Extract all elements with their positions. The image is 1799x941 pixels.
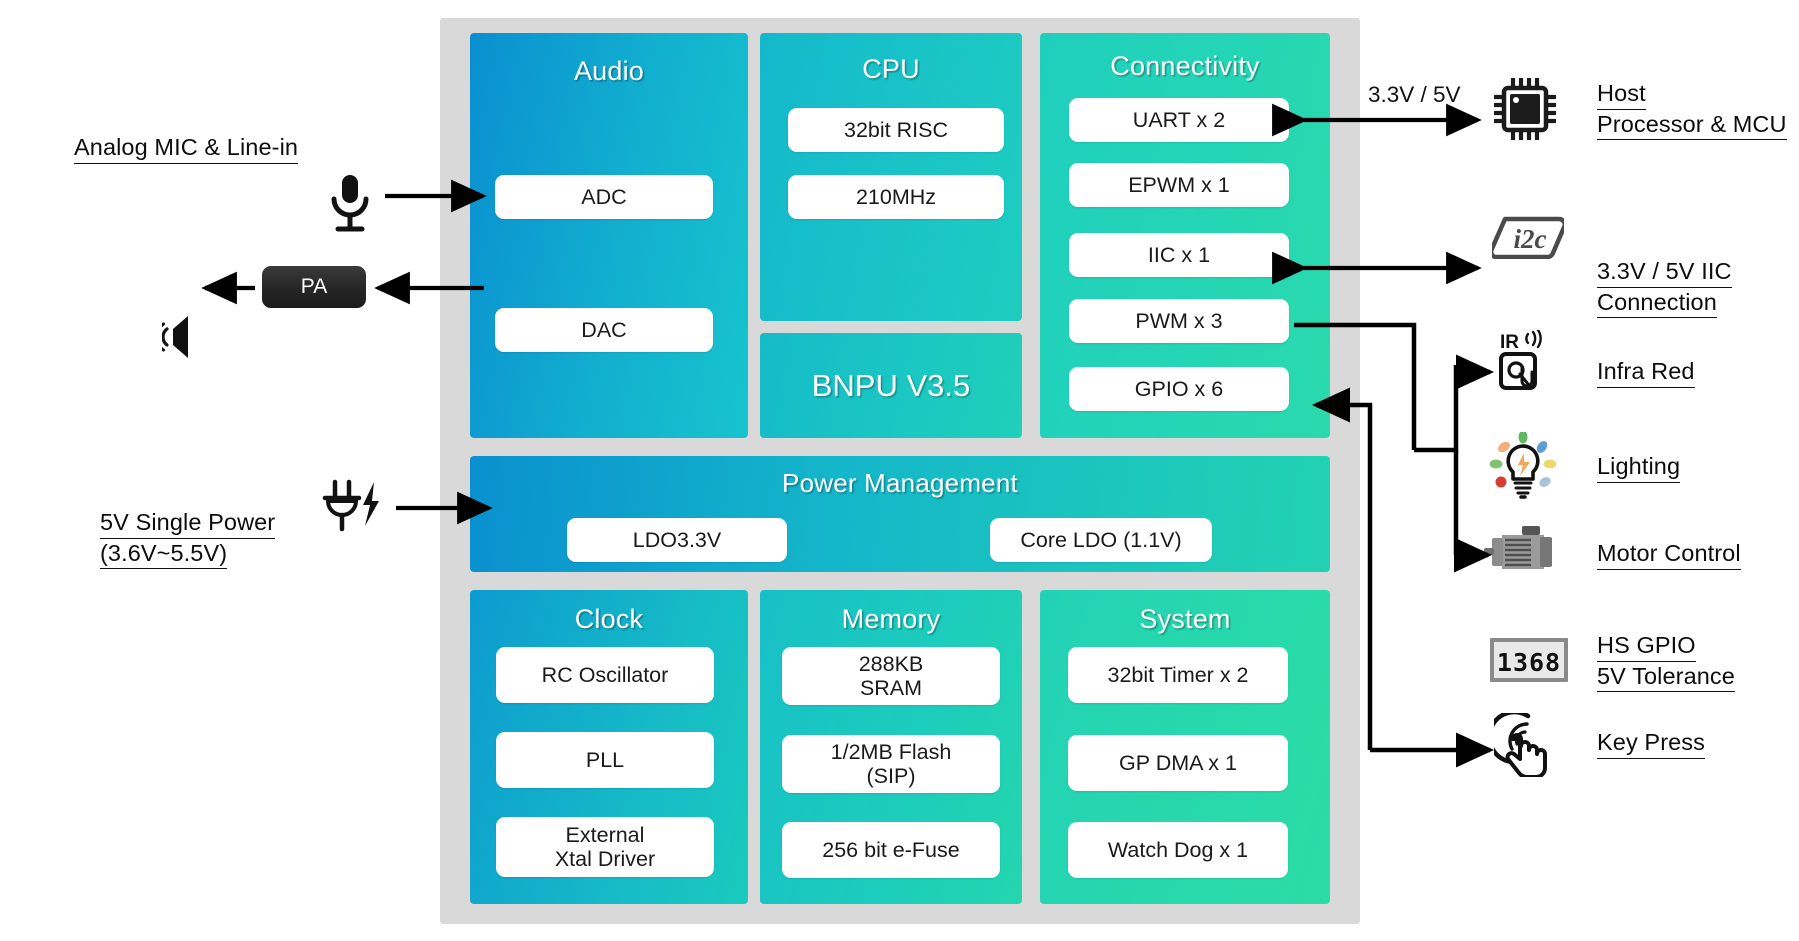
seven-segment-icon: 1368: [1489, 637, 1569, 687]
annotation-power-in-line1: 5V Single Power: [100, 508, 276, 539]
conn-item-iic[interactable]: IIC x 1: [1069, 233, 1289, 277]
memory-item-sram[interactable]: 288KB SRAM: [782, 647, 1000, 705]
block-memory[interactable]: Memory 288KB SRAM 1/2MB Flash (SIP) 256 …: [760, 590, 1022, 904]
ir-logo-text: IR: [1500, 332, 1519, 353]
annotation-iic-line2: Connection: [1597, 288, 1717, 319]
conn-item-pwm[interactable]: PWM x 3: [1069, 299, 1289, 343]
annotation-power-in-line2: (3.6V~5.5V): [100, 539, 228, 570]
block-cpu[interactable]: CPU 32bit RISC 210MHz: [760, 33, 1022, 321]
annotation-motor-control: Motor Control: [1597, 539, 1741, 570]
lightbulb-icon: [1489, 430, 1557, 505]
annotation-hs-gpio-line1: HS GPIO: [1597, 631, 1696, 662]
system-item-watchdog[interactable]: Watch Dog x 1: [1068, 822, 1288, 878]
block-bnpu[interactable]: BNPU V3.5: [760, 333, 1022, 438]
block-system[interactable]: System 32bit Timer x 2 GP DMA x 1 Watch …: [1040, 590, 1330, 904]
block-power-management[interactable]: Power Management LDO3.3V Core LDO (1.1V): [470, 456, 1330, 572]
annotation-key-press: Key Press: [1597, 728, 1705, 759]
voltage-label-host: 3.3V / 5V: [1368, 82, 1461, 107]
i2c-logo-text: i2c: [1514, 224, 1547, 254]
clock-item-rc-oscillator[interactable]: RC Oscillator: [496, 647, 714, 703]
block-clock[interactable]: Clock RC Oscillator PLL External Xtal Dr…: [470, 590, 748, 904]
block-clock-title: Clock: [574, 604, 644, 634]
annotation-key-press-label: Key Press: [1597, 728, 1705, 759]
clock-item-xtal-driver[interactable]: External Xtal Driver: [496, 817, 714, 877]
annotation-infra-red: Infra Red: [1597, 357, 1695, 388]
system-item-timer[interactable]: 32bit Timer x 2: [1068, 647, 1288, 703]
block-connectivity-title: Connectivity: [1110, 51, 1260, 81]
annotation-host-processor: Host Processor & MCU: [1597, 79, 1787, 141]
annotation-motor-control-label: Motor Control: [1597, 539, 1741, 570]
touch-hand-icon: [1487, 709, 1556, 782]
block-system-title: System: [1139, 604, 1231, 634]
memory-item-efuse[interactable]: 256 bit e-Fuse: [782, 822, 1000, 878]
pa-amplifier-label: PA: [300, 275, 328, 298]
conn-item-gpio[interactable]: GPIO x 6: [1069, 367, 1289, 411]
block-audio-title: Audio: [573, 56, 645, 86]
annotation-iic-line1: 3.3V / 5V IIC: [1597, 257, 1732, 288]
pm-item-ldo33[interactable]: LDO3.3V: [567, 518, 787, 562]
speaker-icon: [155, 312, 210, 367]
annotation-lighting-label: Lighting: [1597, 452, 1681, 483]
ir-remote-icon: IR: [1498, 328, 1560, 403]
cpu-chip-icon: [1492, 76, 1558, 145]
annotation-host-line2: Processor & MCU: [1597, 110, 1787, 141]
annotation-power-in: 5V Single Power (3.6V~5.5V): [100, 508, 276, 570]
conn-item-uart[interactable]: UART x 2: [1069, 98, 1289, 142]
cpu-item-freq[interactable]: 210MHz: [788, 175, 1004, 219]
block-cpu-title: CPU: [862, 54, 920, 84]
system-item-dma[interactable]: GP DMA x 1: [1068, 735, 1288, 791]
memory-item-flash[interactable]: 1/2MB Flash (SIP): [782, 735, 1000, 793]
block-connectivity[interactable]: Connectivity UART x 2 EPWM x 1 IIC x 1 P…: [1040, 33, 1330, 438]
block-bnpu-title: BNPU V3.5: [811, 367, 971, 403]
power-plug-icon: [322, 479, 388, 544]
annotation-iic-connection: 3.3V / 5V IIC Connection: [1597, 257, 1732, 319]
i2c-icon: i2c: [1488, 215, 1568, 264]
conn-item-epwm[interactable]: EPWM x 1: [1069, 163, 1289, 207]
pm-item-core-ldo[interactable]: Core LDO (1.1V): [990, 518, 1212, 562]
audio-item-adc[interactable]: ADC: [495, 175, 713, 219]
block-audio[interactable]: Audio ADC DAC: [470, 33, 748, 438]
cpu-item-risc[interactable]: 32bit RISC: [788, 108, 1004, 152]
annotation-infra-red-label: Infra Red: [1597, 357, 1695, 388]
audio-item-dac[interactable]: DAC: [495, 308, 713, 352]
motor-icon: [1484, 524, 1562, 581]
pa-amplifier-block[interactable]: PA: [262, 266, 366, 308]
clock-item-pll[interactable]: PLL: [496, 732, 714, 788]
annotation-hs-gpio-line2: 5V Tolerance: [1597, 662, 1735, 693]
seven-segment-value: 1368: [1497, 648, 1561, 677]
annotation-analog-mic-label: Analog MIC & Line-in: [74, 133, 299, 164]
microphone-icon: [325, 173, 375, 240]
block-memory-title: Memory: [841, 604, 941, 634]
annotation-host-line1: Host: [1597, 79, 1646, 110]
block-power-management-title: Power Management: [782, 468, 1018, 498]
annotation-lighting: Lighting: [1597, 452, 1681, 483]
diagram-canvas: Audio ADC DAC CPU 32bit RISC 210MHz BNPU…: [0, 0, 1799, 941]
annotation-analog-mic: Analog MIC & Line-in: [74, 133, 299, 164]
annotation-hs-gpio: HS GPIO 5V Tolerance: [1597, 631, 1735, 693]
